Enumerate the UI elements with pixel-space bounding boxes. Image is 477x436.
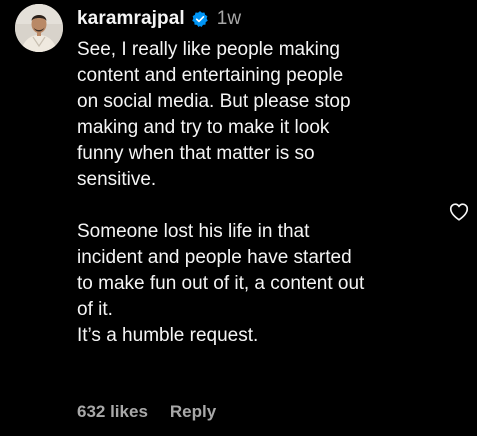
- avatar[interactable]: [15, 4, 63, 52]
- reply-button[interactable]: Reply: [170, 402, 216, 422]
- username[interactable]: karamrajpal: [77, 8, 185, 30]
- comment-paragraph: Someone lost his life in that incident a…: [77, 221, 365, 346]
- timestamp: 1w: [216, 8, 242, 29]
- comment: karamrajpal 1w See, I really like people…: [0, 0, 477, 436]
- comment-footer: 632 likes Reply: [77, 402, 216, 422]
- avatar-image: [15, 4, 63, 52]
- comment-header: karamrajpal 1w: [77, 4, 241, 34]
- verified-badge-icon: [191, 10, 209, 28]
- comment-paragraph: See, I really like people making content…: [77, 39, 351, 190]
- heart-outline-icon[interactable]: [448, 201, 470, 223]
- likes-count[interactable]: 632 likes: [77, 402, 148, 422]
- comment-text: See, I really like people making content…: [77, 37, 427, 349]
